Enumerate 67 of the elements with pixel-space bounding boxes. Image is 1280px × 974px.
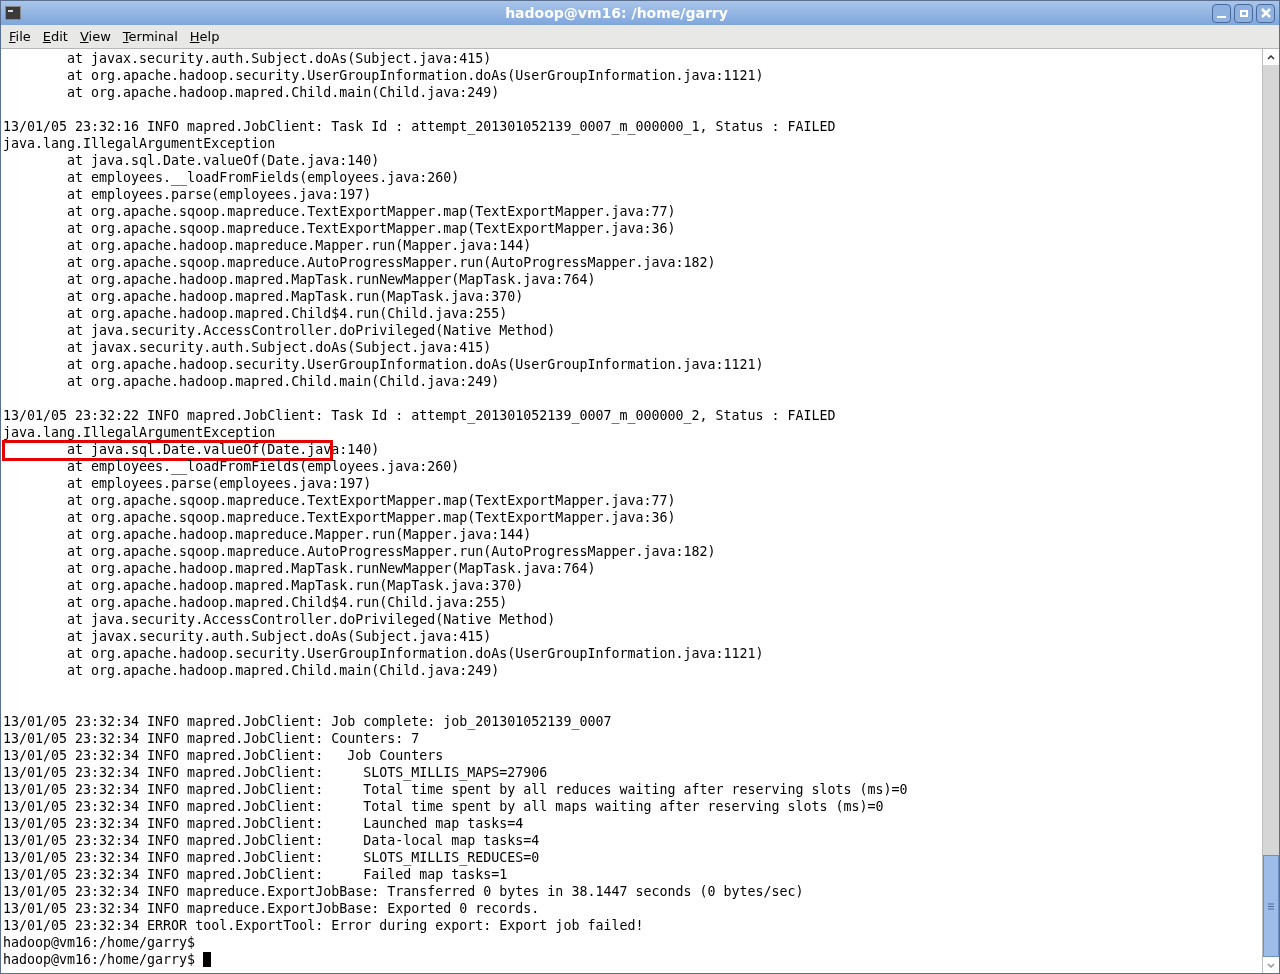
terminal-line: at employees.__loadFromFields(employees.java:260) bbox=[66, 458, 460, 475]
terminal-line: at org.apache.sqoop.mapreduce.TextExportMapper.map(TextExportMapper.java:77) bbox=[66, 492, 676, 509]
terminal-line: at javax.security.auth.Subject.doAs(Subject.java:415) bbox=[66, 628, 492, 645]
close-icon bbox=[1260, 8, 1271, 18]
terminal-line: at employees.parse(employees.java:197) bbox=[66, 186, 372, 203]
window-title: hadoop@vm16: /home/garry bbox=[505, 3, 728, 23]
terminal-line: at org.apache.hadoop.security.UserGroupInformation.doAs(UserGroupInformation.java:1121) bbox=[66, 645, 764, 662]
terminal-line: at org.apache.hadoop.security.UserGroupInformation.doAs(UserGroupInformation.java:1121) bbox=[66, 67, 764, 84]
terminal-line: at org.apache.hadoop.mapred.MapTask.runNewMapper(MapTask.java:764) bbox=[66, 271, 596, 288]
terminal-line: 13/01/05 23:32:34 INFO mapred.JobClient: Total time spent by all reduces waiting after reserving slots (ms)=0 bbox=[3, 781, 908, 798]
terminal-line: hadoop@vm16:/home/garry$ bbox=[3, 934, 197, 951]
terminal-line: at org.apache.sqoop.mapreduce.AutoProgressMapper.run(AutoProgressMapper.java:182) bbox=[66, 254, 716, 271]
terminal-line: 13/01/05 23:32:34 INFO mapred.JobClient: Total time spent by all maps waiting after reserving slots (ms)=0 bbox=[3, 798, 884, 815]
caret-down-icon bbox=[1267, 962, 1275, 968]
scroll-thumb[interactable] bbox=[1263, 855, 1279, 957]
terminal-line: at org.apache.sqoop.mapreduce.TextExportMapper.map(TextExportMapper.java:36) bbox=[66, 509, 676, 526]
caret-up-icon bbox=[1267, 54, 1275, 60]
terminal-line: 13/01/05 23:32:34 INFO mapred.JobClient: Data-local map tasks=4 bbox=[3, 832, 540, 849]
terminal-line: at org.apache.hadoop.mapred.MapTask.run(MapTask.java:370) bbox=[66, 288, 524, 305]
maximize-button[interactable] bbox=[1234, 3, 1253, 23]
minimize-button[interactable] bbox=[1212, 3, 1231, 23]
terminal-line: 13/01/05 23:32:34 INFO mapred.JobClient: SLOTS_MILLIS_MAPS=27906 bbox=[3, 764, 548, 781]
scrollbar[interactable] bbox=[1262, 49, 1279, 973]
menu-item[interactable]: View bbox=[73, 26, 117, 47]
terminal-line: 13/01/05 23:32:22 INFO mapred.JobClient: Task Id : attempt_201301052139_0007_m_000000_2, Status : FAILED bbox=[3, 407, 836, 424]
terminal-line: at org.apache.sqoop.mapreduce.TextExportMapper.map(TextExportMapper.java:77) bbox=[66, 203, 676, 220]
terminal-line: java.lang.IllegalArgumentException bbox=[3, 424, 276, 441]
grip-icon bbox=[1268, 902, 1274, 910]
terminal-line: at java.security.AccessController.doPrivileged(Native Method) bbox=[66, 322, 556, 339]
terminal-line: at employees.__loadFromFields(employees.java:260) bbox=[66, 169, 460, 186]
terminal-icon bbox=[5, 6, 21, 20]
terminal-line: at org.apache.hadoop.mapred.Child.main(Child.java:249) bbox=[66, 84, 500, 101]
terminal-line: at org.apache.sqoop.mapreduce.AutoProgressMapper.run(AutoProgressMapper.java:182) bbox=[66, 543, 716, 560]
terminal-line: 13/01/05 23:32:34 INFO mapred.JobClient: Counters: 7 bbox=[3, 730, 420, 747]
terminal-line: at org.apache.hadoop.mapred.Child$4.run(Child.java:255) bbox=[66, 594, 508, 611]
menu-item[interactable]: Edit bbox=[36, 26, 74, 47]
terminal-line: 13/01/05 23:32:34 INFO mapred.JobClient: Failed map tasks=1 bbox=[3, 866, 508, 883]
terminal-line: at java.security.AccessController.doPrivileged(Native Method) bbox=[66, 611, 556, 628]
terminal-line: 13/01/05 23:32:34 INFO mapreduce.ExportJobBase: Transferred 0 bytes in 38.1447 seconds (0 bytes/sec) bbox=[3, 883, 804, 900]
terminal-line: 13/01/05 23:32:34 INFO mapreduce.ExportJobBase: Exported 0 records. bbox=[3, 900, 540, 917]
terminal-line: at javax.security.auth.Subject.doAs(Subject.java:415) bbox=[66, 339, 492, 356]
terminal-line: at org.apache.hadoop.mapred.Child$4.run(Child.java:255) bbox=[66, 305, 508, 322]
terminal-line: at org.apache.hadoop.mapreduce.Mapper.run(Mapper.java:144) bbox=[66, 526, 532, 543]
menu-item[interactable]: File bbox=[3, 26, 37, 47]
terminal-line: at org.apache.sqoop.mapreduce.TextExportMapper.map(TextExportMapper.java:36) bbox=[66, 220, 676, 237]
terminal-line: at javax.security.auth.Subject.doAs(Subject.java:415) bbox=[66, 50, 492, 67]
terminal-line: 13/01/05 23:32:34 ERROR tool.ExportTool: Error during export: Export job failed! bbox=[3, 917, 644, 934]
scroll-down-button[interactable] bbox=[1263, 957, 1279, 973]
terminal-line: 13/01/05 23:32:34 INFO mapred.JobClient: Launched map tasks=4 bbox=[3, 815, 524, 832]
terminal-line: 13/01/05 23:32:34 INFO mapred.JobClient: Job Counters bbox=[3, 747, 445, 764]
terminal-line: java.lang.IllegalArgumentException bbox=[3, 135, 276, 152]
terminal-line: at org.apache.hadoop.mapred.MapTask.runNewMapper(MapTask.java:764) bbox=[66, 560, 596, 577]
close-button[interactable] bbox=[1256, 3, 1275, 23]
terminal-line: 13/01/05 23:32:16 INFO mapred.JobClient: Task Id : attempt_201301052139_0007_m_000000_1, Status : FAILED bbox=[3, 118, 836, 135]
terminal-line: at org.apache.hadoop.mapred.Child.main(Child.java:249) bbox=[66, 662, 500, 679]
terminal-line: at org.apache.hadoop.mapreduce.Mapper.run(Mapper.java:144) bbox=[66, 237, 532, 254]
menu-item[interactable]: Terminal bbox=[116, 26, 184, 47]
terminal-line: at org.apache.hadoop.security.UserGroupInformation.doAs(UserGroupInformation.java:1121) bbox=[66, 356, 764, 373]
menu-item[interactable]: Help bbox=[183, 26, 226, 47]
terminal-line: at org.apache.hadoop.mapred.Child.main(Child.java:249) bbox=[66, 373, 500, 390]
scroll-up-button[interactable] bbox=[1263, 49, 1279, 65]
terminal-line: at employees.parse(employees.java:197) bbox=[66, 475, 372, 492]
terminal-line: 13/01/05 23:32:34 INFO mapred.JobClient: Job complete: job_201301052139_0007 bbox=[3, 713, 612, 730]
terminal-line: at org.apache.hadoop.mapred.MapTask.run(MapTask.java:370) bbox=[66, 577, 524, 594]
terminal-line: at java.sql.Date.valueOf(Date.java:140) bbox=[66, 152, 380, 169]
terminal-line: hadoop@vm16:/home/garry$ bbox=[3, 951, 197, 968]
terminal-line: 13/01/05 23:32:34 INFO mapred.JobClient: SLOTS_MILLIS_REDUCES=0 bbox=[3, 849, 540, 866]
